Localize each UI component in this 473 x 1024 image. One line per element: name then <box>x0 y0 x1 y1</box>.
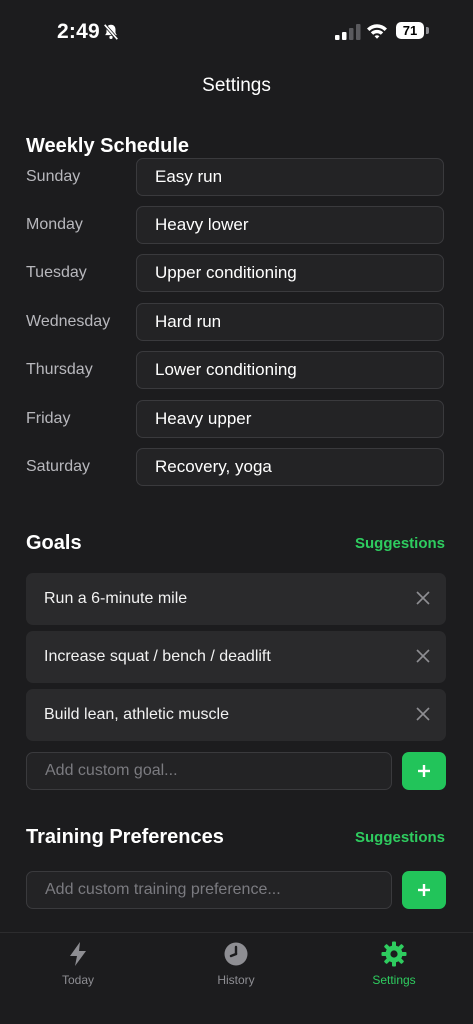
close-icon[interactable] <box>416 707 430 721</box>
plus-icon <box>418 884 430 896</box>
tab-bar: Today History Settings <box>0 932 473 1024</box>
close-icon[interactable] <box>416 649 430 663</box>
day-label: Tuesday <box>26 264 87 281</box>
goals-heading: Goals <box>26 532 82 554</box>
clock-icon <box>224 942 248 966</box>
sunday-plan-field[interactable]: Easy run <box>136 158 444 196</box>
day-label: Friday <box>26 410 71 427</box>
bolt-icon <box>70 942 86 966</box>
goals-suggestions-link[interactable]: Suggestions <box>355 535 445 552</box>
saturday-plan-field[interactable]: Recovery, yoga <box>136 448 444 486</box>
battery-indicator: 71 <box>396 22 430 40</box>
monday-plan-field[interactable]: Heavy lower <box>136 206 444 244</box>
add-preference-button[interactable] <box>402 871 446 909</box>
status-time: 2:49 <box>57 20 100 43</box>
weekly-schedule-heading: Weekly Schedule <box>26 135 190 157</box>
custom-goal-input[interactable] <box>26 752 392 790</box>
goal-item: Build lean, athletic muscle <box>26 689 446 741</box>
thursday-plan-field[interactable]: Lower conditioning <box>136 351 444 389</box>
goal-text: Build lean, athletic muscle <box>44 706 229 723</box>
day-label: Saturday <box>26 458 91 475</box>
page-title: Settings <box>202 75 271 96</box>
schedule-row-saturday: Saturday Recovery, yoga <box>26 448 446 488</box>
goal-item: Run a 6-minute mile <box>26 573 446 625</box>
gear-icon <box>381 941 407 967</box>
schedule-row-thursday: Thursday Lower conditioning <box>26 351 446 391</box>
training-suggestions-link[interactable]: Suggestions <box>355 829 445 846</box>
tab-settings[interactable]: Settings <box>334 941 454 987</box>
schedule-row-wednesday: Wednesday Hard run <box>26 303 446 343</box>
tab-label: History <box>217 973 255 987</box>
add-goal-button[interactable] <box>402 752 446 790</box>
goal-text: Increase squat / bench / deadlift <box>44 648 271 665</box>
tab-label: Settings <box>372 973 416 987</box>
tab-today[interactable]: Today <box>18 941 138 987</box>
tuesday-plan-field[interactable]: Upper conditioning <box>136 254 444 292</box>
schedule-row-tuesday: Tuesday Upper conditioning <box>26 254 446 294</box>
add-preference-row <box>26 871 446 911</box>
friday-plan-field[interactable]: Heavy upper <box>136 400 444 438</box>
tab-label: Today <box>61 973 95 987</box>
battery-level: 71 <box>396 22 424 39</box>
add-goal-row <box>26 752 446 792</box>
goal-item: Increase squat / bench / deadlift <box>26 631 446 683</box>
wifi-icon <box>367 24 387 39</box>
schedule-row-sunday: Sunday Easy run <box>26 158 446 198</box>
settings-screen: 2:49 71 Settings Weekly Schedule Sunday … <box>0 0 473 1024</box>
tab-history[interactable]: History <box>176 941 296 987</box>
day-label: Monday <box>26 216 83 233</box>
custom-preference-input[interactable] <box>26 871 392 909</box>
training-preferences-heading: Training Preferences <box>26 826 224 848</box>
cellular-signal-icon <box>335 24 361 40</box>
day-label: Thursday <box>26 361 93 378</box>
day-label: Wednesday <box>26 313 111 330</box>
goal-text: Run a 6-minute mile <box>44 590 188 607</box>
plus-icon <box>418 765 430 777</box>
bell-slash-icon <box>103 23 119 41</box>
battery-tip <box>426 27 429 34</box>
schedule-row-friday: Friday Heavy upper <box>26 400 446 440</box>
close-icon[interactable] <box>416 591 430 605</box>
day-label: Sunday <box>26 168 81 185</box>
wednesday-plan-field[interactable]: Hard run <box>136 303 444 341</box>
status-bar: 2:49 71 <box>0 0 473 64</box>
schedule-row-monday: Monday Heavy lower <box>26 206 446 246</box>
